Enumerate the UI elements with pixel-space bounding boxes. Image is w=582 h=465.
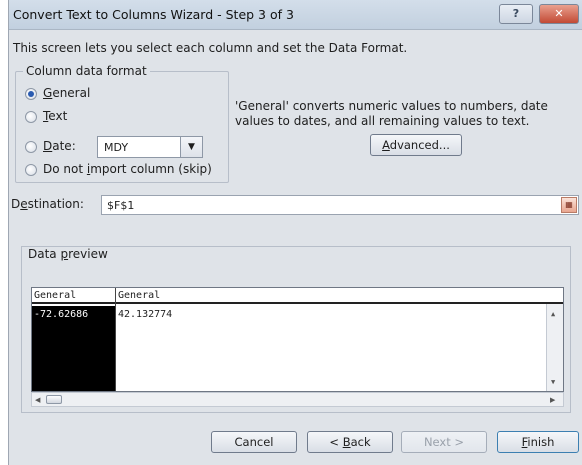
preview-legend-accel: p [60,247,69,261]
horizontal-scrollbar[interactable]: ◀ ▶ [31,392,564,407]
column-separator [115,288,116,391]
destination-input[interactable]: $F$1 ▦ [101,195,579,215]
destination-value: $F$1 [107,199,135,212]
chevron-down-icon[interactable]: ▼ [180,137,202,157]
next-button[interactable]: Next > [401,431,487,453]
date-format-value: MDY [104,141,129,154]
destination-accel: e [20,197,28,211]
dialog-window: Convert Text to Columns Wizard - Step 3 … [8,0,582,465]
scroll-up-icon[interactable]: ▲ [551,310,555,318]
cancel-button[interactable]: Cancel [211,431,297,453]
intro-text: This screen lets you select each column … [13,41,408,55]
title-bar: Convert Text to Columns Wizard - Step 3 … [9,0,582,30]
general-accel: G [43,86,53,100]
preview-cell-2[interactable]: 42.132774 [118,309,172,320]
scroll-left-icon[interactable]: ◀ [35,396,40,404]
skip-radio-label[interactable]: Do not import column (skip) [43,162,212,176]
vertical-scrollbar[interactable]: ▲ ▼ [546,304,563,391]
preview-legend-rest: review [68,247,108,261]
scroll-down-icon[interactable]: ▼ [551,378,555,386]
destination-rest: stination: [27,197,84,211]
general-rest: eneral [52,86,91,100]
text-rest: ext [48,109,68,123]
window-title: Convert Text to Columns Wizard - Step 3 … [13,7,294,22]
finish-button[interactable]: Finish [497,431,579,453]
preview-legend-pre: Data [28,247,61,261]
preview-header-1[interactable]: General [34,290,76,301]
format-description: 'General' converts numeric values to num… [235,99,548,128]
advanced-rest: dvanced... [389,138,450,152]
date-radio[interactable] [25,141,37,153]
horizontal-scroll-thumb[interactable] [46,395,62,404]
column-format-legend: Column data format [23,64,150,78]
skip-pre: Do not [43,162,87,176]
general-radio-label[interactable]: General [43,86,90,100]
date-rest: ate: [52,139,76,153]
destination-label: Destination: [11,197,84,211]
help-button[interactable]: ? [499,4,533,24]
scroll-right-icon[interactable]: ▶ [550,396,555,404]
data-preview-grid[interactable]: General General -72.62686 42.132774 ▲ ▼ [31,287,564,392]
data-preview-legend: Data preview [25,247,111,261]
general-radio[interactable] [25,88,37,100]
preview-header-2[interactable]: General [118,290,160,301]
back-pre: < [329,435,343,449]
close-button[interactable]: ✕ [539,4,579,24]
date-radio-label[interactable]: Date: [43,139,76,153]
preview-header-row: General General [32,288,563,304]
advanced-button[interactable]: Advanced... [370,134,462,156]
skip-radio[interactable] [25,164,37,176]
back-button[interactable]: < Back [307,431,393,453]
destination-pre: D [11,197,21,211]
back-accel: B [342,435,351,449]
advanced-accel: A [382,138,390,152]
collapse-dialog-icon[interactable]: ▦ [561,197,577,213]
back-rest: ack [350,435,371,449]
date-accel: D [43,139,53,153]
text-radio[interactable] [25,111,37,123]
finish-rest: inish [527,435,555,449]
date-format-select[interactable]: MDY ▼ [97,136,203,158]
preview-cell-1[interactable]: -72.62686 [34,309,88,320]
skip-rest: mport column (skip) [90,162,212,176]
text-radio-label[interactable]: Text [43,109,67,123]
